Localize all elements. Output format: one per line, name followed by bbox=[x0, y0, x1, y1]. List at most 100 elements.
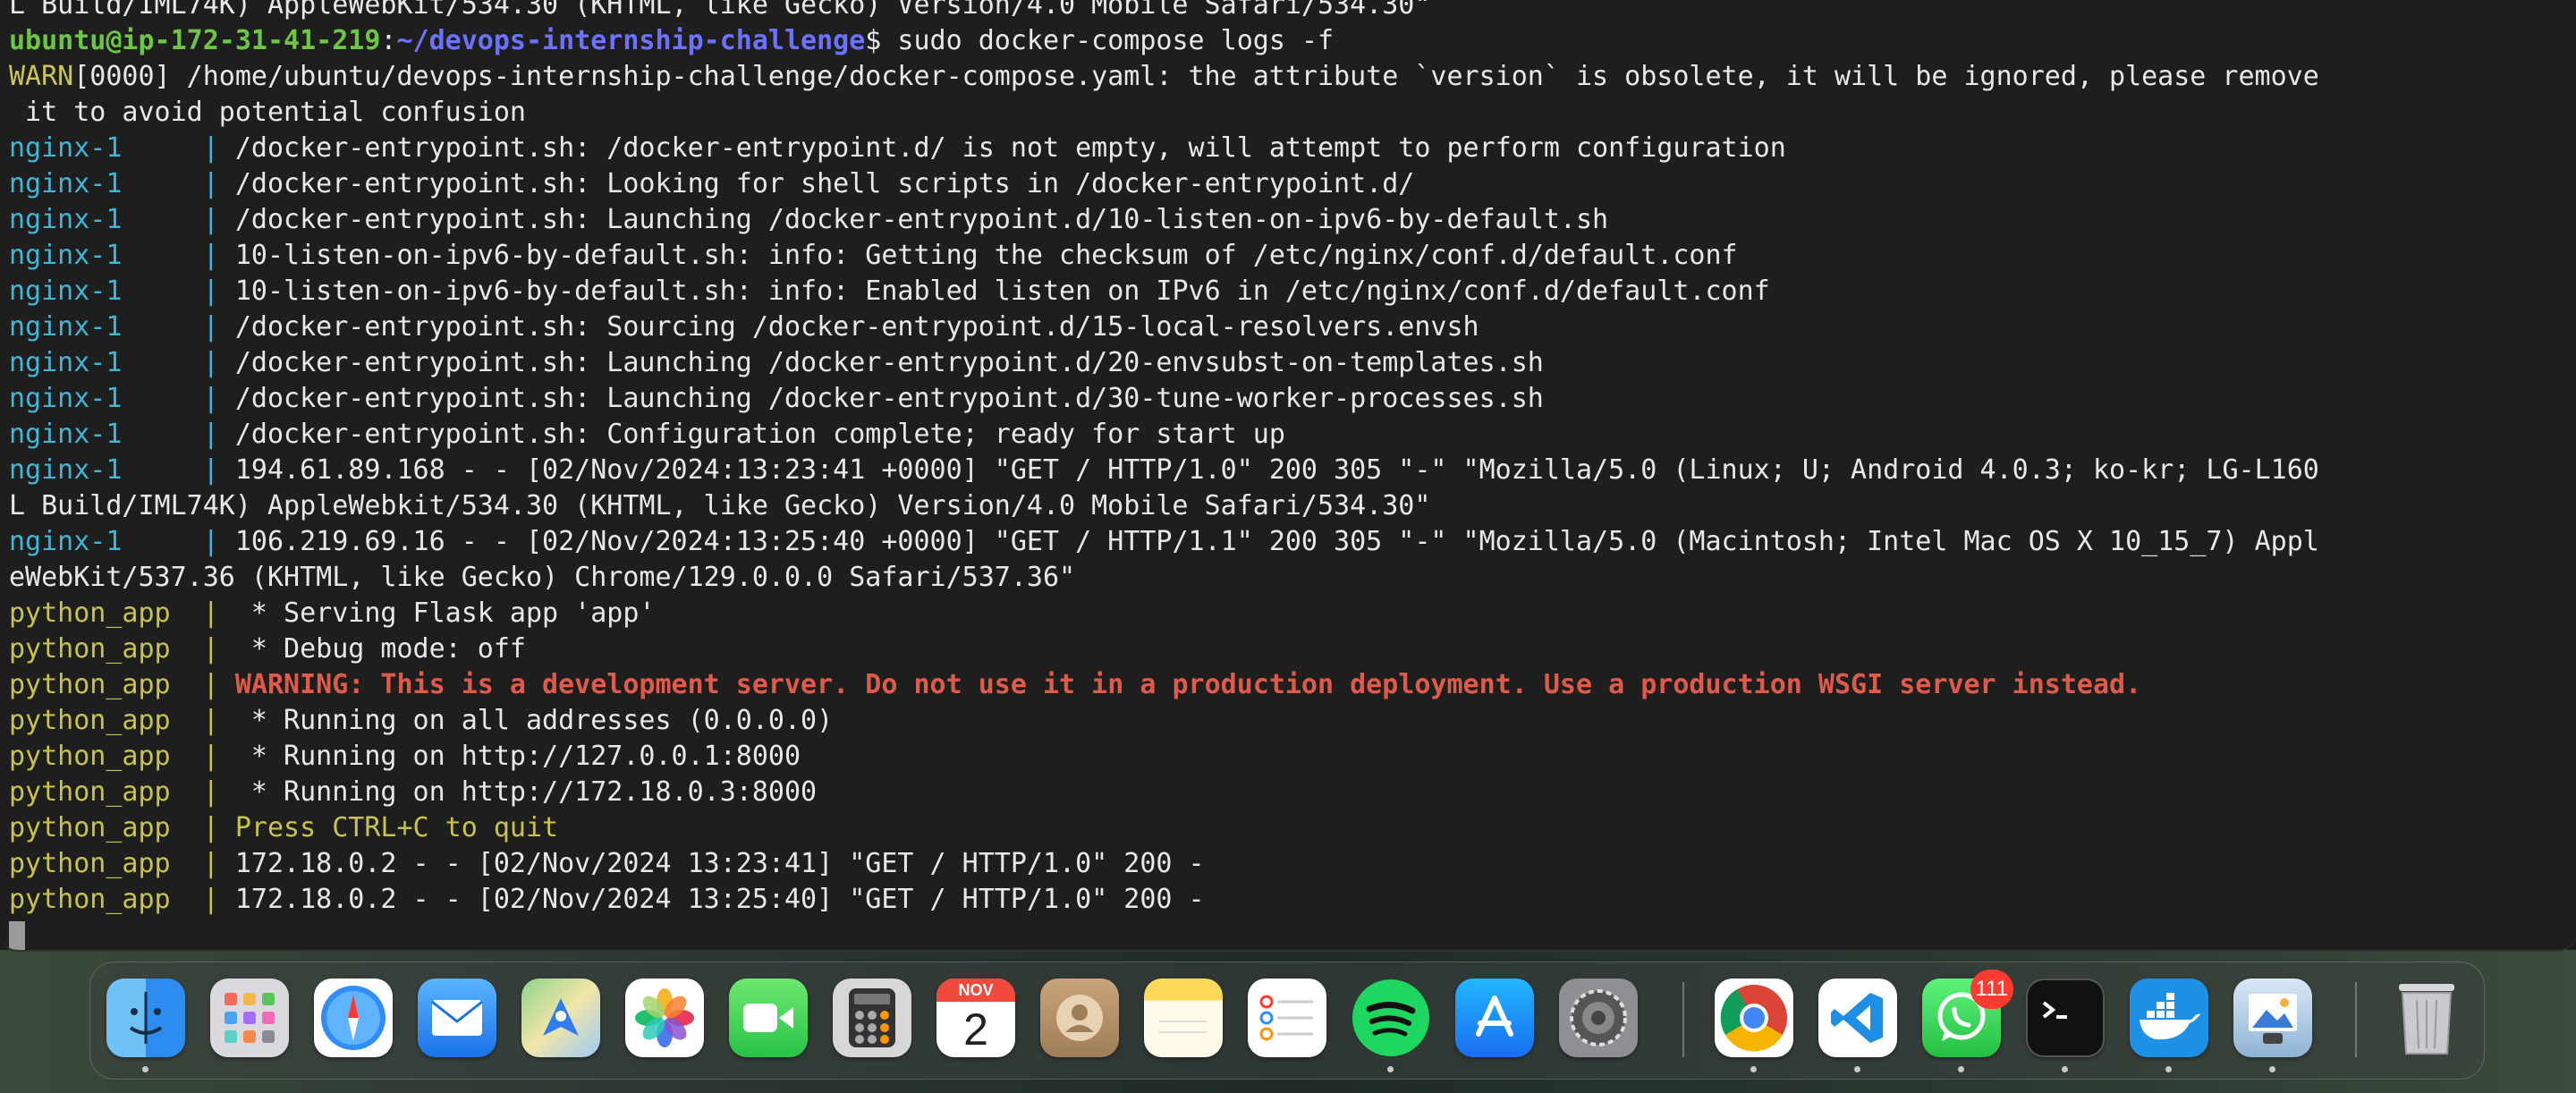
terminal-text-segment: /docker-entrypoint.sh: Launching /docker… bbox=[234, 204, 1609, 235]
terminal-text-segment: ubuntu@ip-172-31-41-219 bbox=[9, 25, 381, 56]
terminal-text-segment: python_app | bbox=[9, 812, 235, 843]
terminal-text-segment: nginx-1 | bbox=[9, 168, 235, 199]
terminal-line: nginx-1 | 106.219.69.16 - - [02/Nov/2024… bbox=[9, 524, 2567, 560]
terminal-text-segment: * Running on http://172.18.0.3:8000 bbox=[234, 776, 818, 808]
launchpad-icon[interactable] bbox=[210, 979, 289, 1057]
terminal-icon[interactable] bbox=[2026, 979, 2105, 1057]
running-indicator bbox=[1387, 1066, 1394, 1072]
terminal-text-segment: python_app | bbox=[9, 597, 235, 629]
terminal-line: python_app | * Running on all addresses … bbox=[9, 703, 2567, 739]
running-indicator bbox=[2062, 1066, 2068, 1072]
system-settings-icon[interactable] bbox=[1559, 979, 1638, 1057]
terminal-text-segment: nginx-1 | bbox=[9, 347, 235, 378]
reminders-icon[interactable] bbox=[1248, 979, 1326, 1057]
terminal-text-segment: WARNING: This is a development server. D… bbox=[234, 669, 2142, 700]
terminal-text-segment: nginx-1 | bbox=[9, 454, 235, 486]
terminal-text-segment: * Serving Flask app 'app' bbox=[234, 597, 656, 629]
terminal-text-segment: nginx-1 | bbox=[9, 240, 235, 271]
photos-icon[interactable] bbox=[625, 979, 704, 1057]
terminal-line: nginx-1 | 10-listen-on-ipv6-by-default.s… bbox=[9, 238, 2567, 274]
terminal-text-segment: it to avoid potential confusion bbox=[9, 97, 526, 128]
terminal-text-segment: nginx-1 | bbox=[9, 132, 235, 164]
terminal-cursor-line bbox=[9, 918, 2567, 950]
running-indicator bbox=[1750, 1066, 1757, 1072]
terminal-line: nginx-1 | /docker-entrypoint.sh: Looking… bbox=[9, 166, 2567, 202]
terminal-text-segment: /docker-entrypoint.sh: Looking for shell… bbox=[234, 168, 1415, 199]
terminal-line: python_app | 172.18.0.2 - - [02/Nov/2024… bbox=[9, 846, 2567, 882]
terminal-text-segment: ~/devops-internship-challenge bbox=[396, 25, 866, 56]
text-cursor bbox=[9, 920, 25, 950]
terminal-line: nginx-1 | /docker-entrypoint.sh: Launchi… bbox=[9, 345, 2567, 381]
maps-icon[interactable] bbox=[521, 979, 600, 1057]
running-indicator bbox=[142, 1066, 148, 1072]
running-indicator bbox=[2269, 1066, 2275, 1072]
terminal-line: nginx-1 | /docker-entrypoint.sh: /docker… bbox=[9, 131, 2567, 166]
mail-icon[interactable] bbox=[418, 979, 496, 1057]
terminal-text-segment: 172.18.0.2 - - [02/Nov/2024 13:25:40] "G… bbox=[234, 884, 1205, 915]
terminal-text-segment: nginx-1 | bbox=[9, 204, 235, 235]
terminal-text-segment: python_app | bbox=[9, 633, 235, 665]
running-indicator bbox=[2165, 1066, 2172, 1072]
chrome-icon[interactable] bbox=[1715, 979, 1793, 1057]
preview-icon[interactable] bbox=[2233, 979, 2312, 1057]
terminal-window[interactable]: L Build/IML74K) AppleWebKit/534.30 (KHTM… bbox=[0, 0, 2576, 952]
terminal-text-segment: * Debug mode: off bbox=[234, 633, 526, 665]
terminal-text-segment: L Build/IML74K) AppleWebkit/534.30 (KHTM… bbox=[9, 490, 1431, 521]
running-indicator bbox=[1854, 1066, 1860, 1072]
contacts-icon[interactable] bbox=[1040, 979, 1119, 1057]
terminal-line: eWebKit/537.36 (KHTML, like Gecko) Chrom… bbox=[9, 560, 2567, 596]
terminal-line: L Build/IML74K) AppleWebKit/534.30 (KHTM… bbox=[9, 0, 2567, 23]
terminal-text-segment: $ sudo docker-compose logs -f bbox=[865, 25, 1335, 56]
whatsapp-icon[interactable]: 111 bbox=[1922, 970, 2013, 1057]
calendar-icon[interactable]: NOV 2 bbox=[936, 979, 1015, 1057]
calculator-icon[interactable] bbox=[833, 979, 911, 1057]
terminal-text-segment: python_app | bbox=[9, 848, 235, 879]
terminal-line: python_app | * Running on http://172.18.… bbox=[9, 775, 2567, 810]
vscode-icon[interactable] bbox=[1818, 979, 1897, 1057]
terminal-line: it to avoid potential confusion bbox=[9, 95, 2567, 131]
terminal-text-segment: 172.18.0.2 - - [02/Nov/2024 13:23:41] "G… bbox=[234, 848, 1205, 879]
terminal-text-segment: L Build/IML74K) AppleWebKit/534.30 (KHTM… bbox=[9, 0, 1431, 21]
terminal-text-segment: /docker-entrypoint.sh: Configuration com… bbox=[234, 419, 1285, 450]
finder-icon[interactable] bbox=[106, 979, 185, 1057]
terminal-text-segment: nginx-1 | bbox=[9, 311, 235, 343]
terminal-text-segment: 194.61.89.168 - - [02/Nov/2024:13:23:41 … bbox=[234, 454, 2319, 486]
terminal-text-segment: python_app | bbox=[9, 884, 235, 915]
terminal-text-segment: nginx-1 | bbox=[9, 419, 235, 450]
terminal-line: nginx-1 | 194.61.89.168 - - [02/Nov/2024… bbox=[9, 453, 2567, 488]
dock-separator bbox=[1682, 982, 1684, 1057]
terminal-text-segment: Press CTRL+C to quit bbox=[234, 812, 559, 843]
terminal-text-segment: 10-listen-on-ipv6-by-default.sh: info: G… bbox=[234, 240, 1738, 271]
trash-icon[interactable] bbox=[2387, 979, 2466, 1057]
terminal-line: python_app | WARNING: This is a developm… bbox=[9, 667, 2567, 703]
terminal-text-segment: python_app | bbox=[9, 669, 235, 700]
calendar-month: NOV bbox=[936, 979, 1015, 1002]
terminal-text-segment: /docker-entrypoint.sh: Sourcing /docker-… bbox=[234, 311, 1479, 343]
terminal-line: nginx-1 | /docker-entrypoint.sh: Configu… bbox=[9, 417, 2567, 453]
terminal-line: nginx-1 | /docker-entrypoint.sh: Launchi… bbox=[9, 381, 2567, 417]
terminal-text-segment: * Running on http://127.0.0.1:8000 bbox=[234, 741, 801, 772]
terminal-text-segment: 10-listen-on-ipv6-by-default.sh: info: E… bbox=[234, 275, 1770, 307]
terminal-text-segment: /docker-entrypoint.sh: /docker-entrypoin… bbox=[234, 132, 1786, 164]
terminal-line: nginx-1 | /docker-entrypoint.sh: Launchi… bbox=[9, 202, 2567, 238]
spotify-icon[interactable] bbox=[1352, 979, 1430, 1057]
facetime-icon[interactable] bbox=[729, 979, 808, 1057]
docker-icon[interactable] bbox=[2130, 979, 2208, 1057]
notes-icon[interactable] bbox=[1144, 979, 1223, 1057]
terminal-line: nginx-1 | /docker-entrypoint.sh: Sourcin… bbox=[9, 309, 2567, 345]
terminal-text-segment: eWebKit/537.36 (KHTML, like Gecko) Chrom… bbox=[9, 562, 1076, 593]
terminal-text-segment: WARN bbox=[9, 61, 74, 92]
terminal-text-segment: nginx-1 | bbox=[9, 526, 235, 557]
calendar-day: 2 bbox=[963, 1004, 988, 1055]
dock: NOV 2 111 bbox=[89, 962, 2485, 1080]
app-store-icon[interactable] bbox=[1455, 979, 1534, 1057]
terminal-line: L Build/IML74K) AppleWebkit/534.30 (KHTM… bbox=[9, 488, 2567, 524]
terminal-line: python_app | * Debug mode: off bbox=[9, 631, 2567, 667]
terminal-line: nginx-1 | 10-listen-on-ipv6-by-default.s… bbox=[9, 274, 2567, 309]
terminal-text-segment: python_app | bbox=[9, 741, 235, 772]
terminal-line: python_app | * Serving Flask app 'app' bbox=[9, 596, 2567, 631]
terminal-text-segment: [0000] /home/ubuntu/devops-internship-ch… bbox=[73, 61, 2319, 92]
terminal-line: python_app | Press CTRL+C to quit bbox=[9, 810, 2567, 846]
safari-icon[interactable] bbox=[314, 979, 393, 1057]
terminal-text-segment: python_app | bbox=[9, 776, 235, 808]
